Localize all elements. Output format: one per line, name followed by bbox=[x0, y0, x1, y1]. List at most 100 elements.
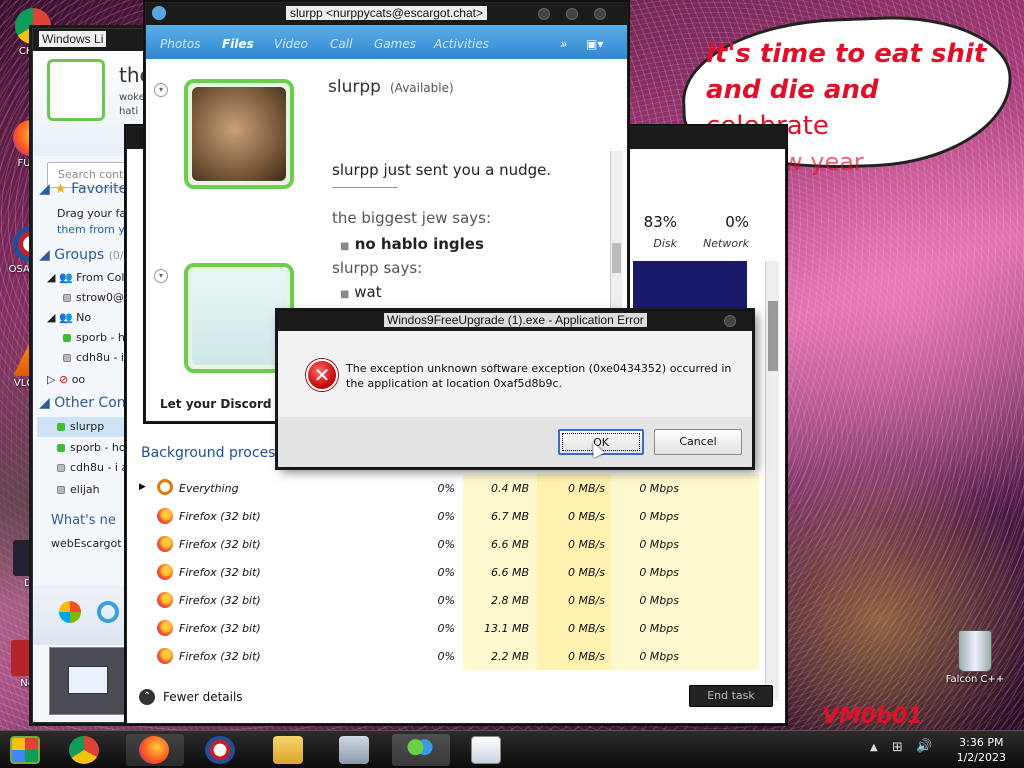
taskbar-firefox[interactable] bbox=[126, 734, 184, 766]
close-icon[interactable] bbox=[594, 8, 606, 20]
error-title-bar[interactable]: Windos9FreeUpgrade (1).exe - Application… bbox=[278, 311, 752, 331]
group-label: oo bbox=[71, 373, 86, 386]
close-icon[interactable] bbox=[724, 315, 736, 327]
group-icon: 👥 bbox=[58, 311, 73, 324]
firefox-icon bbox=[157, 508, 173, 524]
collapse-arrow-icon[interactable]: ◢ bbox=[39, 181, 50, 197]
tab-files[interactable]: Files bbox=[222, 37, 254, 51]
expand-arrow-icon[interactable]: ▶ bbox=[139, 482, 146, 492]
show-hidden-icons-icon[interactable]: ▲ bbox=[870, 742, 878, 753]
taskbar-task-manager[interactable] bbox=[326, 734, 384, 766]
table-row[interactable]: Firefox (32 bit) 0% 6.7 MB 0 MB/s 0 Mbps bbox=[127, 503, 767, 531]
expand-arrow-icon[interactable]: ▷ bbox=[47, 373, 55, 386]
user-status-message[interactable]: woke hati bbox=[119, 91, 145, 119]
taskbar-chrome[interactable] bbox=[56, 734, 114, 766]
table-row[interactable]: Firefox (32 bit) 0% 6.6 MB 0 MB/s 0 Mbps bbox=[127, 559, 767, 587]
firefox-icon bbox=[157, 592, 173, 608]
process-disk-cell: 0 MB/s bbox=[568, 538, 605, 551]
volume-icon[interactable]: 🔊 bbox=[916, 739, 932, 754]
application-error-dialog[interactable]: Windos9FreeUpgrade (1).exe - Application… bbox=[277, 310, 753, 468]
window-icon bbox=[471, 736, 501, 764]
contact-name: strow0@ bbox=[76, 291, 125, 304]
contact-name: sporb - hol bbox=[70, 441, 129, 454]
minimize-icon[interactable] bbox=[538, 8, 550, 20]
process-name: Firefox (32 bit) bbox=[179, 594, 261, 607]
firefox-icon bbox=[157, 648, 173, 664]
collapse-avatar-icon[interactable]: ▾ bbox=[154, 83, 168, 97]
tab-activities[interactable]: Activities bbox=[434, 37, 489, 51]
collapse-avatar-icon[interactable]: ▾ bbox=[154, 269, 168, 283]
process-mem-cell: 13.1 MB bbox=[483, 622, 529, 635]
scrollbar-thumb[interactable] bbox=[768, 301, 778, 371]
contact-avatar[interactable] bbox=[184, 79, 294, 189]
chevron-up-icon[interactable]: ⌃ bbox=[139, 689, 155, 705]
obama-logo-icon bbox=[205, 736, 235, 764]
process-net-cell: 0 Mbps bbox=[639, 566, 679, 579]
process-mem-cell: 0.4 MB bbox=[490, 482, 529, 495]
taskbar-explorer[interactable] bbox=[260, 734, 318, 766]
recycle-bin-desktop-icon[interactable]: Falcon C++ bbox=[940, 630, 1010, 685]
messenger-title: Windows Li bbox=[39, 31, 107, 47]
discord-banner[interactable]: Let your Discord fr bbox=[154, 393, 294, 417]
offline-status-icon bbox=[57, 486, 65, 494]
collapse-arrow-icon[interactable]: ◢ bbox=[39, 395, 50, 411]
user-avatar[interactable] bbox=[47, 59, 105, 121]
collapse-arrow-icon[interactable]: ◢ bbox=[39, 247, 50, 263]
cancel-button[interactable]: Cancel bbox=[654, 429, 742, 455]
table-row[interactable]: Firefox (32 bit) 0% 6.6 MB 0 MB/s 0 Mbps bbox=[127, 531, 767, 559]
ad-thumbnail[interactable] bbox=[49, 647, 127, 715]
table-row[interactable]: ▶ Everything 0% 0.4 MB 0 MB/s 0 Mbps bbox=[127, 475, 767, 503]
options-menu-icon[interactable]: ▣▾ bbox=[586, 37, 603, 51]
taskbar-messenger[interactable] bbox=[392, 734, 450, 766]
start-button[interactable] bbox=[0, 734, 58, 766]
chrome-icon bbox=[69, 736, 99, 764]
start-orb-icon bbox=[10, 736, 40, 764]
chat-title-bar[interactable]: slurpp <nurppycats@escargot.chat> bbox=[146, 3, 627, 25]
groups-label: Groups bbox=[54, 247, 105, 263]
blocked-group-icon: ⊘ bbox=[58, 373, 69, 386]
scrollbar-thumb[interactable] bbox=[612, 243, 621, 273]
my-avatar-image bbox=[192, 271, 286, 365]
more-tabs-icon[interactable]: » bbox=[560, 37, 567, 51]
refresh-icon[interactable] bbox=[97, 601, 119, 623]
status-line-2: hati bbox=[119, 106, 139, 117]
chat-title: slurpp <nurppycats@escargot.chat> bbox=[286, 6, 487, 20]
process-net-cell: 0 Mbps bbox=[639, 538, 679, 551]
tab-video[interactable]: Video bbox=[274, 37, 308, 51]
network-column-label[interactable]: Network bbox=[687, 237, 749, 250]
tab-call[interactable]: Call bbox=[330, 37, 352, 51]
taskbar-app-window[interactable] bbox=[458, 734, 516, 766]
network-icon[interactable]: ⊞ bbox=[892, 740, 903, 755]
maximize-icon[interactable] bbox=[566, 8, 578, 20]
search-icon bbox=[157, 479, 173, 495]
tab-games[interactable]: Games bbox=[374, 37, 416, 51]
process-name: Firefox (32 bit) bbox=[179, 622, 261, 635]
process-cpu-cell: 0% bbox=[437, 594, 455, 607]
error-button-bar: OK Cancel bbox=[278, 417, 752, 467]
contact-name: slurpp bbox=[328, 77, 381, 97]
msn-butterfly-icon[interactable] bbox=[59, 601, 81, 623]
tab-photos[interactable]: Photos bbox=[160, 37, 200, 51]
collapse-arrow-icon[interactable]: ◢ bbox=[47, 271, 55, 284]
collapse-arrow-icon[interactable]: ◢ bbox=[47, 311, 55, 324]
process-cpu-cell: 0% bbox=[437, 538, 455, 551]
system-clock[interactable]: 3:36 PM 1/2/2023 bbox=[957, 735, 1006, 765]
table-row[interactable]: Firefox (32 bit) 0% 2.2 MB 0 MB/s 0 Mbps bbox=[127, 643, 767, 671]
group-label: From Coll bbox=[76, 271, 128, 284]
taskbar-obama[interactable] bbox=[192, 734, 250, 766]
end-task-button[interactable]: End task bbox=[689, 685, 773, 707]
process-name: Firefox (32 bit) bbox=[179, 510, 261, 523]
cat-photo bbox=[192, 87, 286, 181]
fewer-details-link[interactable]: Fewer details bbox=[163, 690, 243, 704]
firefox-icon bbox=[139, 736, 169, 764]
process-cpu-cell: 0% bbox=[437, 510, 455, 523]
table-row[interactable]: Firefox (32 bit) 0% 13.1 MB 0 MB/s 0 Mbps bbox=[127, 615, 767, 643]
process-mem-cell: 6.6 MB bbox=[490, 566, 529, 579]
process-name: Firefox (32 bit) bbox=[179, 538, 261, 551]
nudge-message: slurpp just sent you a nudge. bbox=[332, 161, 552, 179]
wallpaper-watermark: VM0b01 bbox=[822, 704, 923, 729]
table-row[interactable]: Firefox (32 bit) 0% 2.8 MB 0 MB/s 0 Mbps bbox=[127, 587, 767, 615]
process-list-scrollbar[interactable] bbox=[765, 261, 779, 701]
message-sender: the biggest jew says: bbox=[332, 209, 491, 227]
process-disk-cell: 0 MB/s bbox=[568, 510, 605, 523]
